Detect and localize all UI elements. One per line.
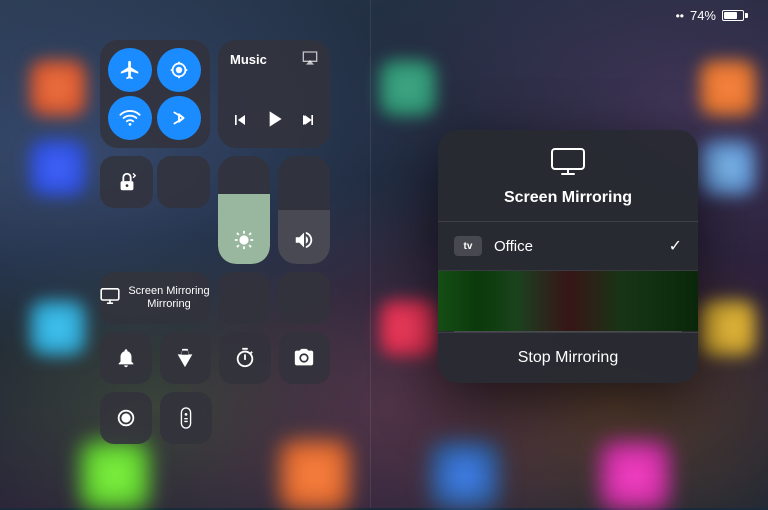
timer-button[interactable]	[219, 332, 271, 384]
apple-tv-remote-button[interactable]	[160, 392, 212, 444]
bg-app-icon	[600, 440, 670, 510]
stop-mirroring-label: Stop Mirroring	[518, 349, 618, 366]
bg-app-icon	[380, 300, 436, 356]
control-center-panel: Music	[100, 40, 330, 444]
cc-filler-2	[278, 272, 330, 324]
cc-top-row: Music	[100, 40, 330, 148]
screen-record-button[interactable]	[100, 392, 152, 444]
bg-app-icon	[30, 60, 86, 116]
music-title-row: Music	[230, 50, 318, 69]
smp-device-name: Office	[494, 238, 669, 255]
bg-app-icon	[80, 440, 150, 510]
cc-4btn-row	[100, 332, 330, 384]
panel-divider	[370, 0, 371, 508]
camera-button[interactable]	[279, 332, 331, 384]
music-controls	[230, 106, 318, 138]
cc-small-buttons-grid	[100, 156, 210, 264]
screen-mirroring-icon	[100, 288, 120, 309]
battery-icon	[722, 10, 748, 21]
wifi-button[interactable]	[108, 96, 152, 140]
volume-icon	[293, 229, 315, 256]
flashlight-button[interactable]	[160, 332, 212, 384]
next-track-button[interactable]	[298, 110, 318, 135]
music-widget: Music	[218, 40, 330, 148]
bg-app-icon	[700, 140, 756, 196]
cc-connectivity-grid	[100, 40, 210, 148]
brightness-slider[interactable]	[218, 156, 270, 264]
music-airplay-icon[interactable]	[302, 50, 318, 69]
bg-app-icon	[380, 60, 436, 116]
prev-track-button[interactable]	[230, 110, 250, 135]
cc-sliders	[218, 156, 330, 264]
bg-app-icon	[700, 60, 756, 116]
smp-appletv-icon: tv	[454, 236, 482, 256]
screen-mirroring-button[interactable]: Screen Mirroring Mirroring	[100, 272, 210, 324]
cellular-button[interactable]	[157, 48, 201, 92]
volume-slider[interactable]	[278, 156, 330, 264]
cc-screen-row: Screen Mirroring Mirroring	[100, 272, 330, 324]
bg-app-icon	[30, 140, 86, 196]
battery-percent: 74%	[690, 8, 716, 23]
do-not-disturb-button[interactable]	[157, 156, 210, 208]
smp-title: Screen Mirroring	[504, 189, 632, 207]
cc-filler-1	[218, 272, 270, 324]
smp-checkmark-icon: ✓	[669, 236, 682, 256]
smp-device-row[interactable]: tv Office ✓	[438, 222, 698, 271]
screen-mirroring-panel: Screen Mirroring tv Office ✓ Stop Mirror…	[438, 130, 698, 383]
bg-app-icon	[30, 300, 86, 356]
brightness-icon	[233, 229, 255, 256]
smp-gradient-bar	[438, 271, 698, 331]
cc-mid-row	[100, 156, 330, 264]
bg-app-icon	[430, 440, 500, 510]
play-pause-button[interactable]	[261, 106, 287, 138]
music-title: Music	[230, 52, 267, 67]
wifi-icon: ••	[676, 9, 684, 23]
bluetooth-button[interactable]	[157, 96, 201, 140]
rotation-lock-button[interactable]	[100, 156, 153, 208]
bg-app-icon	[700, 300, 756, 356]
airplane-mode-button[interactable]	[108, 48, 152, 92]
screen-mirroring-label: Screen Mirroring Mirroring	[128, 285, 209, 311]
smp-screen-icon	[551, 148, 585, 183]
status-bar: •• 74%	[676, 8, 748, 23]
bell-button[interactable]	[100, 332, 152, 384]
bg-app-icon	[280, 440, 350, 510]
smp-header: Screen Mirroring	[438, 130, 698, 222]
cc-last-row	[100, 392, 330, 444]
stop-mirroring-button[interactable]: Stop Mirroring	[438, 332, 698, 383]
